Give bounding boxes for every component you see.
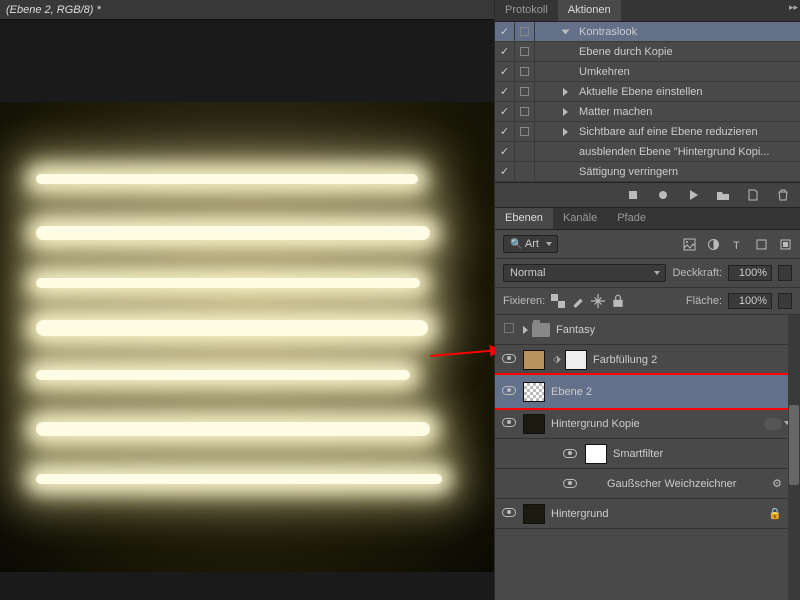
filter-type-dropdown[interactable]: 🔍 Art — [503, 235, 558, 253]
layers-list: Fantasy ⬗ Farbfüllung 2 Ebene 2 Hintergr… — [495, 315, 800, 600]
tab-actions[interactable]: Aktionen — [558, 0, 621, 21]
visibility-icon[interactable] — [504, 323, 514, 333]
check-icon[interactable]: ✓ — [495, 22, 515, 41]
blend-mode-dropdown[interactable]: Normal — [503, 264, 666, 282]
fill-label: Fläche: — [686, 295, 722, 307]
new-folder-icon[interactable] — [716, 188, 730, 202]
action-row[interactable]: ✓Aktuelle Ebene einstellen — [495, 82, 800, 102]
action-row[interactable]: ✓ausblenden Ebene "Hintergrund Kopi... — [495, 142, 800, 162]
layer-name: Smartfilter — [613, 448, 800, 460]
fill-slider-button[interactable] — [778, 293, 792, 309]
action-set-row[interactable]: ✓ Kontraslook — [495, 22, 800, 42]
visibility-icon[interactable] — [563, 479, 577, 488]
visibility-icon[interactable] — [502, 354, 516, 363]
lock-paint-icon[interactable] — [571, 294, 585, 308]
layer-row[interactable]: ⬗ Farbfüllung 2 — [495, 345, 800, 375]
smart-object-badge[interactable] — [764, 418, 782, 430]
document-title: (Ebene 2, RGB/8) * — [0, 0, 494, 20]
visibility-icon[interactable] — [563, 449, 577, 458]
action-set-label: Kontraslook — [575, 26, 800, 38]
fill-value[interactable]: 100% — [728, 293, 772, 309]
opacity-slider-button[interactable] — [778, 265, 792, 281]
layer-row-smartfilter[interactable]: Smartfilter — [495, 439, 800, 469]
layer-thumbnail[interactable] — [523, 504, 545, 524]
stop-icon[interactable] — [626, 188, 640, 202]
layer-thumbnail[interactable] — [523, 414, 545, 434]
lock-position-icon[interactable] — [591, 294, 605, 308]
layer-name[interactable]: Fantasy — [556, 324, 800, 336]
svg-text:T: T — [733, 240, 740, 251]
lock-icon: 🔒 — [768, 507, 782, 520]
trash-icon[interactable] — [776, 188, 790, 202]
lock-transparency-icon[interactable] — [551, 294, 565, 308]
filter-mask-thumbnail[interactable] — [585, 444, 607, 464]
lock-label: Fixieren: — [503, 295, 545, 307]
layer-row[interactable]: Hintergrund 🔒 — [495, 499, 800, 529]
opacity-value[interactable]: 100% — [728, 265, 772, 281]
filter-text-icon[interactable]: T — [730, 237, 744, 251]
layer-row-selected[interactable]: Ebene 2 — [495, 375, 800, 409]
disclosure-triangle-icon[interactable] — [523, 326, 528, 334]
action-row[interactable]: ✓Matter machen — [495, 102, 800, 122]
opacity-label: Deckkraft: — [672, 267, 722, 279]
visibility-icon[interactable] — [502, 386, 516, 395]
disclosure-triangle-icon[interactable] — [561, 29, 569, 34]
filter-smart-icon[interactable] — [778, 237, 792, 251]
layer-name[interactable]: Ebene 2 — [551, 386, 800, 398]
layer-name[interactable]: Farbfüllung 2 — [593, 354, 800, 366]
layer-name[interactable]: Hintergrund — [551, 508, 768, 520]
action-row[interactable]: ✓Sättigung verringern — [495, 162, 800, 182]
canvas-viewport[interactable] — [0, 102, 494, 572]
tab-paths[interactable]: Pfade — [607, 208, 656, 229]
lock-all-icon[interactable] — [611, 294, 625, 308]
action-row[interactable]: ✓Ebene durch Kopie — [495, 42, 800, 62]
layer-thumbnail[interactable] — [523, 382, 545, 402]
dialog-toggle[interactable] — [515, 22, 535, 41]
play-icon[interactable] — [686, 188, 700, 202]
visibility-icon[interactable] — [502, 418, 516, 427]
filter-options-icon[interactable]: ⚙ — [770, 477, 784, 491]
record-icon[interactable] — [656, 188, 670, 202]
actions-list: ✓ Kontraslook ✓Ebene durch Kopie ✓Umkehr… — [495, 22, 800, 182]
filter-image-icon[interactable] — [682, 237, 696, 251]
panel-menu-icon[interactable]: ▸▸ — [789, 2, 798, 13]
layer-row-filter[interactable]: Gaußscher Weichzeichner ⚙ — [495, 469, 800, 499]
action-row[interactable]: ✓Umkehren — [495, 62, 800, 82]
action-row[interactable]: ✓Sichtbare auf eine Ebene reduzieren — [495, 122, 800, 142]
tab-layers[interactable]: Ebenen — [495, 208, 553, 229]
link-icon[interactable]: ⬗ — [551, 354, 563, 365]
filter-shape-icon[interactable] — [754, 237, 768, 251]
layer-mask-thumbnail[interactable] — [565, 350, 587, 370]
filter-adjust-icon[interactable] — [706, 237, 720, 251]
layer-row-group[interactable]: Fantasy — [495, 315, 800, 345]
layer-thumbnail[interactable] — [523, 350, 545, 370]
scrollbar[interactable] — [788, 315, 800, 600]
tab-protocol[interactable]: Protokoll — [495, 0, 558, 21]
new-action-icon[interactable] — [746, 188, 760, 202]
visibility-icon[interactable] — [502, 508, 516, 517]
tab-channels[interactable]: Kanäle — [553, 208, 607, 229]
layer-row[interactable]: Hintergrund Kopie — [495, 409, 800, 439]
layer-name[interactable]: Hintergrund Kopie — [551, 418, 764, 430]
folder-icon — [532, 323, 550, 337]
layer-name[interactable]: Gaußscher Weichzeichner — [607, 478, 770, 490]
